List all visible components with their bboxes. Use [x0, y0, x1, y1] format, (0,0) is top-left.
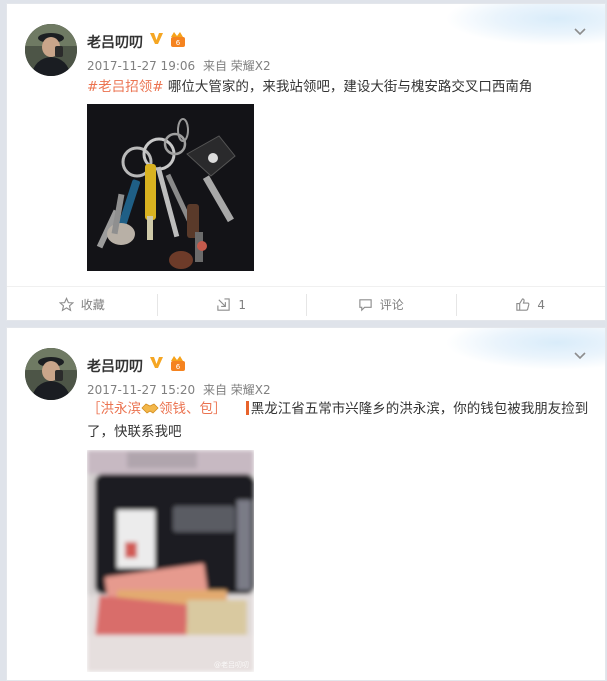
weibo-post-1: 老吕叨叨 6 2017-11-27 19:06 来自 荣耀X2 #老吕招领# 哪…: [6, 3, 606, 321]
repost-button[interactable]: 1: [156, 287, 307, 322]
post-source: 来自 荣耀X2: [202, 383, 271, 397]
chevron-down-icon[interactable]: [573, 348, 587, 362]
post-body: 哪位大管家的，来我站领吧，建设大街与槐安路交叉口西南角: [163, 79, 533, 95]
post-time[interactable]: 2017-11-27 19:06: [87, 59, 195, 73]
keys-photo[interactable]: [87, 104, 254, 271]
verified-v-icon: [150, 357, 163, 368]
image-watermark: @老吕叨叨: [214, 660, 249, 669]
weibo-post-2: 老吕叨叨 6 2017-11-27 15:20 来自 荣耀X2 ［洪永滨 领钱、包…: [6, 327, 606, 681]
favorite-button[interactable]: 收藏: [7, 287, 157, 322]
comment-label: 评论: [379, 298, 404, 312]
topic-suffix: 领钱、包］: [159, 401, 227, 417]
like-count: 4: [537, 297, 546, 312]
comment-icon: [359, 299, 372, 312]
comment-button[interactable]: 评论: [306, 287, 456, 322]
repost-count: 1: [238, 297, 247, 312]
topic-prefix: ［洪永滨: [87, 401, 141, 417]
svg-text:6: 6: [176, 363, 181, 371]
wallet-photo[interactable]: @老吕叨叨: [87, 450, 254, 672]
post-meta: 2017-11-27 15:20 来自 荣耀X2: [87, 381, 271, 398]
user-name[interactable]: 老吕叨叨: [87, 32, 143, 52]
avatar[interactable]: [25, 24, 77, 76]
post-text: #老吕招领# 哪位大管家的，来我站领吧，建设大街与槐安路交叉口西南角: [87, 76, 597, 99]
svg-text:6: 6: [176, 39, 181, 47]
favorite-label: 收藏: [80, 298, 105, 312]
user-name[interactable]: 老吕叨叨: [87, 356, 143, 376]
avatar[interactable]: [25, 348, 77, 400]
post-meta: 2017-11-27 19:06 来自 荣耀X2: [87, 57, 271, 74]
vip-member-icon[interactable]: 6: [168, 354, 188, 372]
post-text: ［洪永滨 领钱、包］ 黑龙江省五常市兴隆乡的洪永滨，你的钱包被我朋友捡到了，快联系…: [87, 398, 597, 444]
topic-link[interactable]: ［洪永滨 领钱、包］: [87, 401, 227, 417]
chevron-down-icon[interactable]: [573, 24, 587, 38]
repost-icon: [217, 298, 231, 311]
thumbs-up-icon: [516, 298, 530, 311]
vip-member-icon[interactable]: 6: [168, 30, 188, 48]
hashtag-link[interactable]: #老吕招领#: [87, 79, 164, 95]
handshake-icon: [141, 403, 159, 414]
post-actions: 收藏 1 评论 4: [7, 286, 605, 322]
post-time[interactable]: 2017-11-27 15:20: [87, 383, 195, 397]
star-icon: [58, 297, 74, 312]
post-source: 来自 荣耀X2: [202, 59, 271, 73]
verified-v-icon: [150, 33, 163, 44]
like-button[interactable]: 4: [455, 287, 606, 322]
